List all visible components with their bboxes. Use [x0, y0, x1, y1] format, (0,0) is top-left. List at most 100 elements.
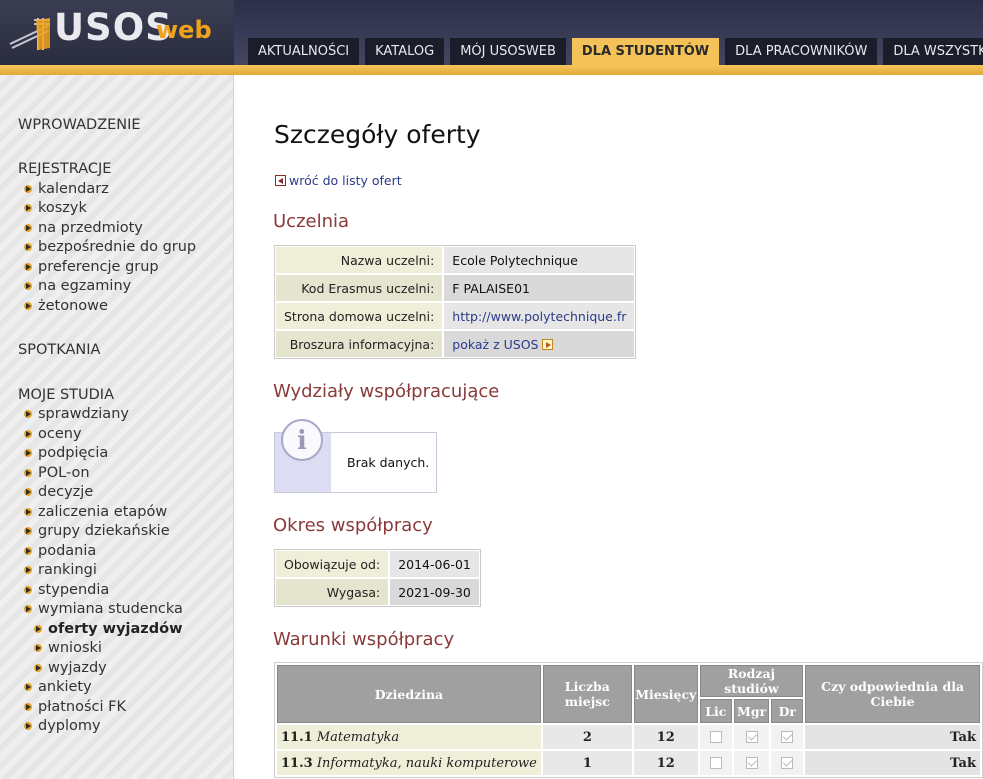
col-dziedzina: Dziedzina: [277, 665, 541, 723]
arrow-icon: [24, 224, 32, 232]
czy-cell: Tak: [805, 751, 980, 775]
miejsca-cell: 2: [542, 725, 632, 749]
sidebar-item-ankiety[interactable]: ankiety: [24, 679, 92, 695]
sidebar-item-label: grupy dziekańskie: [38, 523, 170, 539]
sidebar-item-label: stypendia: [38, 582, 110, 598]
sidebar-item-na-przedmioty[interactable]: na przedmioty: [24, 220, 143, 236]
header-row: Dziedzina Liczba miejsc Miesięcy Rodzaj …: [277, 665, 980, 723]
sidebar-item-wyjazdy[interactable]: wyjazdy: [34, 660, 107, 676]
row-value: 2021-09-30: [389, 578, 480, 606]
arrow-icon: [24, 703, 32, 711]
table-row: Nazwa uczelni: Ecole Polytechnique: [275, 246, 636, 274]
logo-text: USOS: [54, 6, 173, 49]
sidebar-item-rankingi[interactable]: rankingi: [24, 562, 97, 578]
col-czy: Czy odpowiednia dla Ciebie: [805, 665, 980, 723]
mgr-cell: [733, 725, 770, 749]
sidebar-item-label: płatności FK: [38, 699, 126, 715]
external-arrow-icon[interactable]: [541, 338, 553, 350]
sidebar-item-label: POL-on: [38, 465, 90, 481]
dr-cell: [771, 751, 804, 775]
arrow-icon: [24, 508, 32, 516]
row-value: 2014-06-01: [389, 550, 480, 578]
dr-cell: [771, 725, 804, 749]
sidebar-item-oceny[interactable]: oceny: [24, 426, 82, 442]
tab-moj-usosweb[interactable]: MÓJ USOSWEB: [450, 38, 566, 65]
row-value-cell: pokaż z USOS: [443, 330, 636, 358]
checkbox-mgr: [745, 757, 758, 769]
row-value: Ecole Polytechnique: [443, 246, 636, 274]
sidebar-item-koszyk[interactable]: koszyk: [24, 200, 87, 216]
col-rodzaj: Rodzaj studiów: [699, 665, 804, 697]
sidebar-item-zaliczenia[interactable]: zaliczenia etapów: [24, 504, 167, 520]
main-nav: AKTUALNOŚCI KATALOG MÓJ USOSWEB DLA STUD…: [248, 38, 983, 65]
row-label: Obowiązuje od:: [275, 550, 390, 578]
sidebar-item-podpiecia[interactable]: podpięcia: [24, 445, 108, 461]
lic-cell: [699, 751, 732, 775]
sidebar-item-label: wyjazdy: [48, 660, 107, 676]
sidebar-item-label: na przedmioty: [38, 220, 143, 236]
sidebar-item-dyplomy[interactable]: dyplomy: [24, 718, 101, 734]
sidebar-item-stypendia[interactable]: stypendia: [24, 582, 109, 598]
sidebar-item-label: ankiety: [38, 679, 92, 695]
sidebar-item-label: podania: [38, 543, 97, 559]
sidebar-item-label: na egzaminy: [38, 278, 132, 294]
table-row: Kod Erasmus uczelni: F PALAISE01: [275, 274, 636, 302]
sidebar-section-moje-studia[interactable]: MOJE STUDIA: [18, 387, 114, 403]
arrow-icon: [24, 547, 32, 555]
sidebar-item-label: preferencje grup: [38, 259, 159, 275]
dziedzina-cell: 11.3 Informatyka, nauki komputerowe: [277, 751, 541, 775]
tab-dla-studentow[interactable]: DLA STUDENTÓW: [571, 38, 720, 65]
sidebar-item-sprawdziany[interactable]: sprawdziany: [24, 406, 129, 422]
back-link[interactable]: wróć do listy ofert: [275, 173, 402, 188]
arrow-icon: [24, 488, 32, 496]
tab-dla-pracownikow[interactable]: DLA PRACOWNIKÓW: [725, 38, 878, 65]
sidebar-section-rejestracje[interactable]: REJESTRACJE: [18, 161, 111, 177]
sidebar-item-platnosci[interactable]: płatności FK: [24, 699, 126, 715]
sidebar-item-wymiana[interactable]: wymiana studencka: [24, 601, 183, 617]
sidebar-item-oferty-wyjazdow[interactable]: oferty wyjazdów: [34, 621, 182, 637]
logo-mark-icon: [9, 18, 50, 50]
sidebar-item-kalendarz[interactable]: kalendarz: [24, 181, 109, 197]
section-okres-heading: Okres współpracy: [273, 515, 433, 536]
homepage-link[interactable]: http://www.polytechnique.fr: [452, 309, 626, 324]
arrow-icon: [24, 469, 32, 477]
col-lic: Lic: [699, 699, 732, 723]
sidebar-item-bezposrednie[interactable]: bezpośrednie do grup: [24, 239, 196, 255]
sidebar-item-label: oceny: [38, 426, 82, 442]
tab-aktualnosci[interactable]: AKTUALNOŚCI: [248, 38, 360, 65]
sidebar-section-wprowadzenie[interactable]: WPROWADZENIE: [18, 117, 141, 133]
tab-katalog[interactable]: KATALOG: [365, 38, 445, 65]
row-label: Strona domowa uczelni:: [275, 302, 444, 330]
no-data-message: Brak danych.: [347, 455, 430, 470]
field-code: 11.1: [281, 729, 313, 745]
table-row: Wygasa: 2021-09-30: [275, 578, 480, 606]
mgr-cell: [733, 751, 770, 775]
sidebar-item-label: podpięcia: [38, 445, 109, 461]
arrow-icon: [34, 664, 42, 672]
sidebar-item-preferencje[interactable]: preferencje grup: [24, 259, 159, 275]
arrow-icon: [24, 605, 32, 613]
checkbox-lic: [709, 731, 722, 743]
arrow-icon: [24, 527, 32, 535]
sidebar-section-spotkania[interactable]: SPOTKANIA: [18, 342, 100, 358]
table-row: 11.3 Informatyka, nauki komputerowe 1 12…: [277, 751, 980, 775]
arrow-icon: [24, 204, 32, 212]
sidebar-item-pol-on[interactable]: POL-on: [24, 465, 90, 481]
table-row: Obowiązuje od: 2014-06-01: [275, 550, 480, 578]
tab-dla-wszystkich[interactable]: DLA WSZYSTKICH: [883, 38, 983, 65]
brochure-link[interactable]: pokaż z USOS: [452, 337, 538, 352]
miesiecy-cell: 12: [633, 751, 698, 775]
sidebar-item-label: wnioski: [48, 640, 102, 656]
sidebar-item-podania[interactable]: podania: [24, 543, 96, 559]
sidebar-item-wnioski[interactable]: wnioski: [34, 640, 102, 656]
usosweb-logo[interactable]: USOS web: [0, 0, 234, 66]
sidebar-item-grupy[interactable]: grupy dziekańskie: [24, 523, 170, 539]
arrow-icon: [24, 185, 32, 193]
header: USOS web AKTUALNOŚCI KATALOG MÓJ USOSWEB…: [0, 0, 983, 66]
dziedzina-cell: 11.1 Matematyka: [277, 725, 541, 749]
header-divider: [0, 65, 983, 75]
sidebar-item-zetonowe[interactable]: żetonowe: [24, 298, 108, 314]
sidebar-item-decyzje[interactable]: decyzje: [24, 484, 93, 500]
sidebar-item-na-egzaminy[interactable]: na egzaminy: [24, 278, 131, 294]
back-link-label: wróć do listy ofert: [289, 173, 402, 188]
